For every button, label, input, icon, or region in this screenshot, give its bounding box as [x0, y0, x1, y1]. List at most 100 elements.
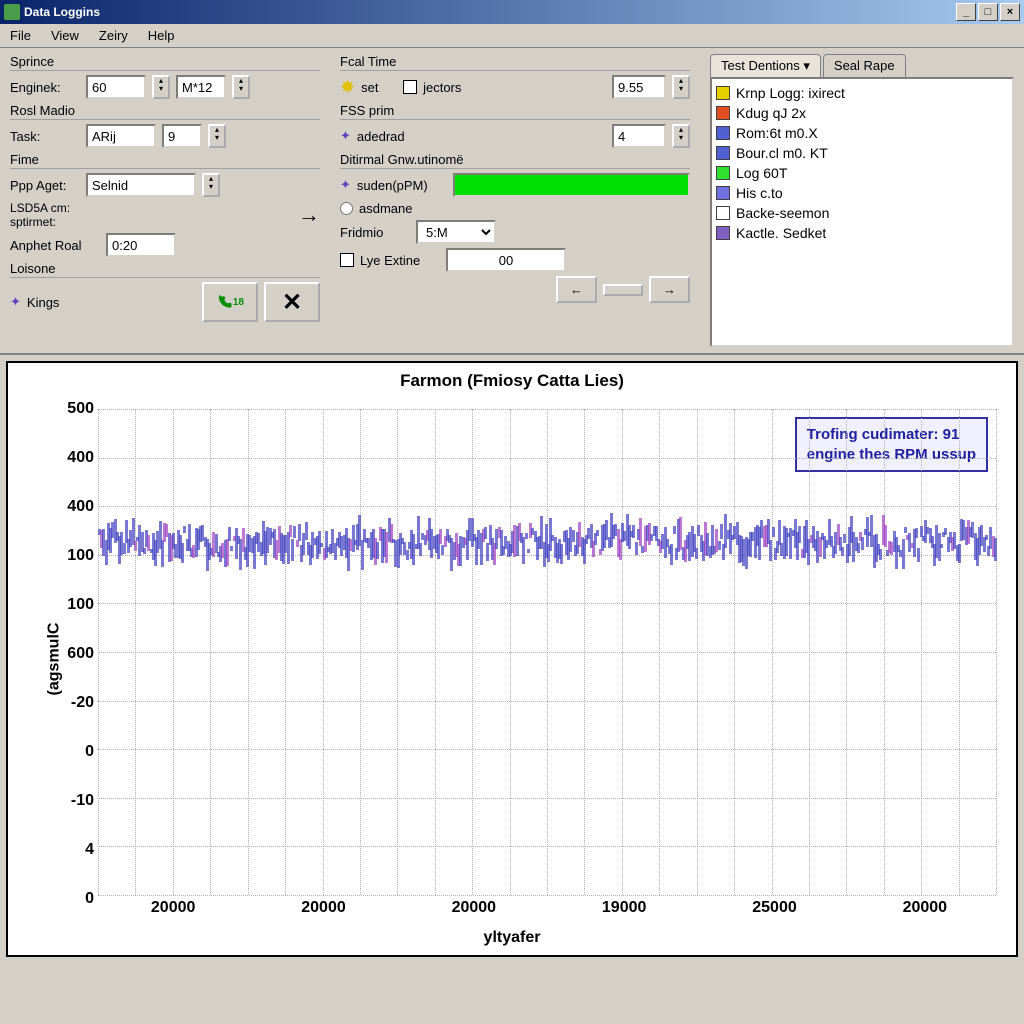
task-input[interactable] — [86, 124, 156, 148]
lye-label: Lye Extine — [360, 253, 440, 268]
jectors-spinner[interactable] — [672, 75, 690, 99]
y-tick: 0 — [58, 743, 94, 761]
enginek-unit-spinner[interactable] — [232, 75, 250, 99]
tab-seal-rape[interactable]: Seal Rape — [823, 54, 906, 77]
spt-label: sptirmet: — [10, 215, 80, 229]
list-item-label: Kactle. Sedket — [736, 225, 826, 241]
minimize-button[interactable]: _ — [956, 3, 976, 21]
menu-zeiry[interactable]: Zeiry — [95, 26, 132, 45]
list-item[interactable]: Kactle. Sedket — [716, 223, 1008, 243]
blank-button[interactable] — [603, 284, 643, 296]
enginek-input[interactable] — [86, 75, 146, 99]
phone-icon — [216, 293, 233, 311]
ppp-spinner[interactable] — [202, 173, 220, 197]
anphet-input[interactable] — [106, 233, 176, 257]
lye-input[interactable] — [446, 248, 566, 272]
jectors-label: jectors — [423, 80, 473, 95]
tab-test-dentions[interactable]: Test Dentions ▾ — [710, 54, 821, 77]
fridmio-select[interactable]: 5:M — [416, 220, 496, 244]
plot-area — [98, 409, 996, 895]
chart-panel: Farmon (Fmiosy Catta Lies) Trofing cudim… — [6, 361, 1018, 957]
list-item-label: Krnp Logg: ixirect — [736, 85, 845, 101]
set-label: set — [361, 80, 397, 95]
menu-help[interactable]: Help — [144, 26, 179, 45]
task-num-input[interactable] — [162, 124, 202, 148]
list-item[interactable]: Bour.cl m0. KT — [716, 143, 1008, 163]
fime-header: Fime — [10, 152, 320, 169]
color-swatch-icon — [716, 86, 730, 100]
menu-bar: File View Zeiry Help — [0, 24, 1024, 48]
chart-title: Farmon (Fmiosy Catta Lies) — [8, 363, 1016, 395]
ditirmal-header: Ditirmal Gnw.utinomё — [340, 152, 690, 169]
jectors-checkbox[interactable] — [403, 80, 417, 94]
close-button[interactable]: × — [1000, 3, 1020, 21]
menu-view[interactable]: View — [47, 26, 83, 45]
window-title: Data Loggins — [24, 5, 100, 19]
x-axis-label: yltyafer — [484, 929, 541, 947]
lye-checkbox[interactable] — [340, 253, 354, 267]
suden-progress — [453, 173, 690, 197]
y-tick: 400 — [58, 449, 94, 467]
anphet-label: Anphet Roal — [10, 238, 100, 253]
right-column: Test Dentions ▾ Seal Rape Krnp Logg: ixi… — [700, 48, 1024, 353]
asdmane-radio[interactable] — [340, 202, 353, 215]
enginek-label: Enginek: — [10, 80, 80, 95]
x-tick: 25000 — [752, 899, 797, 917]
list-item[interactable]: His c.to — [716, 183, 1008, 203]
adedrad-spinner[interactable] — [672, 124, 690, 148]
list-item-label: His c.to — [736, 185, 783, 201]
y-tick: 500 — [58, 400, 94, 418]
middle-column: Fcal Time ✸ set jectors FSS prim ✦ adedr… — [330, 48, 700, 353]
y-tick: -20 — [58, 694, 94, 712]
tabs: Test Dentions ▾ Seal Rape — [710, 54, 1014, 77]
y-tick: 400 — [58, 498, 94, 516]
loisone-header: Loisone — [10, 261, 320, 278]
color-swatch-icon — [716, 186, 730, 200]
enginek-spinner[interactable] — [152, 75, 170, 99]
series-listbox[interactable]: Krnp Logg: ixirect Kdug qJ 2x Rom:6t m0.X B… — [710, 77, 1014, 347]
asdmane-label: asdmane — [359, 201, 429, 216]
color-swatch-icon — [716, 146, 730, 160]
fss-header: FSS prim — [340, 103, 690, 120]
suden-label: suden(pPM) — [357, 178, 447, 193]
app-icon — [4, 4, 20, 20]
list-item-label: Log 60T — [736, 165, 787, 181]
task-label: Task: — [10, 129, 80, 144]
x-tick: 20000 — [151, 899, 196, 917]
list-item-label: Rom:6t m0.X — [736, 125, 818, 141]
y-tick: 0 — [58, 890, 94, 908]
adedrad-input[interactable] — [612, 124, 666, 148]
ppp-input[interactable] — [86, 173, 196, 197]
list-item[interactable]: Krnp Logg: ixirect — [716, 83, 1008, 103]
top-panel: Sprince Enginek: Rosl Madio Task: Fime P… — [0, 48, 1024, 355]
rosl-header: Rosl Madio — [10, 103, 320, 120]
x-tick: 20000 — [301, 899, 346, 917]
list-item-label: Kdug qJ 2x — [736, 105, 806, 121]
fcal-header: Fcal Time — [340, 54, 690, 71]
jectors-input[interactable] — [612, 75, 666, 99]
enginek-unit-input[interactable] — [176, 75, 226, 99]
task-spinner[interactable] — [208, 124, 226, 148]
list-item-label: Bour.cl m0. KT — [736, 145, 828, 161]
x-tick: 20000 — [903, 899, 948, 917]
y-tick: 4 — [58, 841, 94, 859]
list-item[interactable]: Log 60T — [716, 163, 1008, 183]
arrow-right-icon[interactable]: → — [298, 202, 320, 228]
fridmio-label: Fridmio — [340, 225, 410, 240]
y-tick: 100 — [58, 596, 94, 614]
back-button[interactable]: ← — [556, 276, 597, 303]
list-item[interactable]: Rom:6t m0.X — [716, 123, 1008, 143]
maximize-button[interactable]: □ — [978, 3, 998, 21]
left-column: Sprince Enginek: Rosl Madio Task: Fime P… — [0, 48, 330, 353]
cancel-button[interactable]: ✕ — [264, 282, 320, 322]
forward-button[interactable]: → — [649, 276, 690, 303]
sprince-header: Sprince — [10, 54, 320, 71]
list-item[interactable]: Kdug qJ 2x — [716, 103, 1008, 123]
call-button[interactable]: 18 — [202, 282, 258, 322]
x-tick: 20000 — [452, 899, 497, 917]
list-item[interactable]: Backe-seemon — [716, 203, 1008, 223]
star-icon: ✸ — [340, 77, 355, 98]
title-bar: Data Loggins _ □ × — [0, 0, 1024, 24]
menu-file[interactable]: File — [6, 26, 35, 45]
ppp-label: Ppp Aget: — [10, 178, 80, 193]
